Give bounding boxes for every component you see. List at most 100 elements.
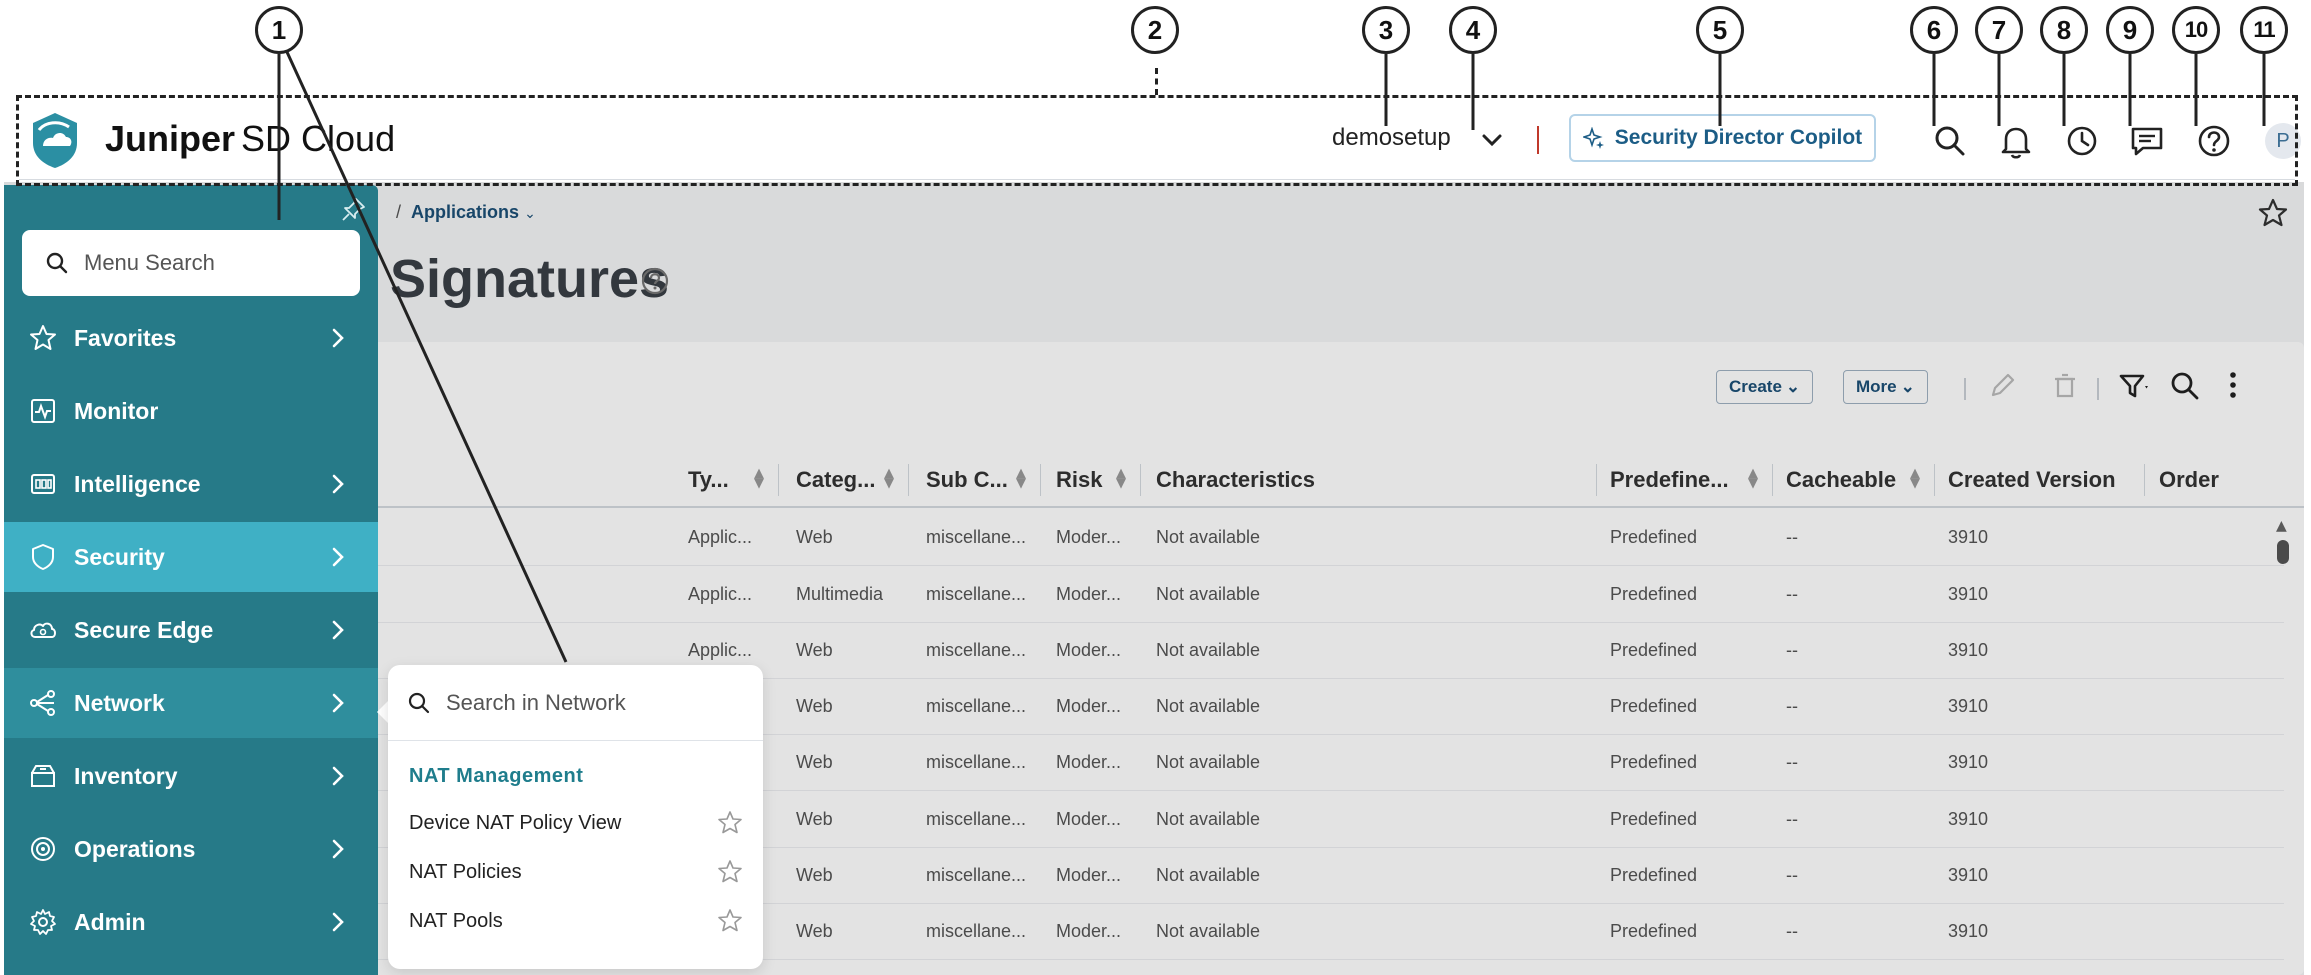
column-divider[interactable] — [908, 464, 909, 496]
title-help-icon[interactable] — [640, 266, 670, 296]
star-icon[interactable] — [716, 858, 744, 886]
flyout-search-box[interactable] — [388, 665, 763, 741]
flyout-item-nat-pools[interactable]: NAT Pools — [409, 901, 744, 941]
scrollbar-thumb[interactable] — [2277, 540, 2289, 564]
clock-icon[interactable] — [2062, 121, 2102, 161]
menu-item-admin[interactable]: Admin — [4, 887, 378, 957]
sort-icon[interactable]: ▲ ▼ — [884, 467, 894, 490]
filter-icon[interactable] — [2116, 368, 2152, 404]
more-vertical-icon[interactable] — [2215, 368, 2251, 404]
menu-item-label: Monitor — [74, 397, 159, 424]
column-header-subcategory[interactable]: Sub C... — [926, 467, 1008, 493]
column-header-predefined[interactable]: Predefine... — [1610, 467, 1729, 493]
intelligence-icon — [31, 474, 55, 494]
create-button[interactable]: Create ⌄ — [1716, 370, 1814, 404]
edit-icon[interactable] — [1984, 368, 2020, 404]
column-header-type[interactable]: Ty... — [688, 467, 729, 493]
column-header-created-version[interactable]: Created Version — [1948, 467, 2116, 493]
menu-item-label: Network — [74, 689, 165, 716]
star-icon[interactable] — [716, 809, 744, 837]
menu-search-box[interactable] — [22, 230, 360, 296]
feedback-icon[interactable] — [2127, 121, 2167, 161]
table-row[interactable]: Applic... Multimedia miscellane... Moder… — [264, 567, 2284, 623]
juniper-logo-icon[interactable] — [25, 110, 85, 170]
network-icon — [30, 690, 55, 716]
cell-created-version: 3910 — [1948, 527, 1989, 547]
sort-icon[interactable]: ▲ ▼ — [1016, 467, 1026, 490]
sort-icon[interactable]: ▲ ▼ — [1116, 467, 1126, 490]
menu-item-monitor[interactable]: Monitor — [4, 376, 378, 446]
flyout-item-nat-policies[interactable]: NAT Policies — [409, 852, 744, 892]
menu-item-inventory[interactable]: Inventory — [4, 741, 378, 811]
cell-characteristics: Not available — [1156, 527, 1261, 547]
menu-item-secure-edge[interactable]: Secure Edge — [4, 595, 378, 665]
favorite-star-icon[interactable] — [2256, 196, 2290, 230]
cell-category: Web — [796, 696, 833, 716]
search-icon[interactable] — [1930, 121, 1970, 161]
star-icon[interactable] — [716, 907, 744, 935]
avatar[interactable]: P — [2265, 123, 2301, 159]
help-icon[interactable] — [2194, 121, 2234, 161]
chevron-right-icon — [332, 474, 344, 494]
toolbar-divider — [2097, 378, 2099, 400]
table-row[interactable]: Applic... Web miscellane... Moder... Not… — [264, 510, 2284, 566]
menu-item-label: Intelligence — [74, 470, 201, 497]
column-header-category[interactable]: Categ... — [796, 467, 875, 493]
cell-risk: Moder... — [1056, 527, 1122, 547]
sort-icon[interactable]: ▲ ▼ — [1748, 467, 1758, 490]
column-divider[interactable] — [1934, 464, 1935, 496]
more-button[interactable]: More ⌄ — [1843, 370, 1928, 404]
cell-subcategory: miscellane... — [926, 921, 1027, 941]
column-divider[interactable] — [2144, 464, 2145, 496]
column-divider[interactable] — [1140, 464, 1141, 496]
cell-type: Applic... — [688, 584, 753, 604]
menu-search-input[interactable] — [84, 250, 324, 276]
sort-icon[interactable]: ▲ ▼ — [754, 467, 764, 490]
cell-cacheable: -- — [1786, 640, 1798, 660]
breadcrumb-chevron-icon[interactable]: ⌄ — [524, 205, 536, 221]
cell-predefined: Predefined — [1610, 865, 1698, 885]
cell-created-version: 3910 — [1948, 584, 1989, 604]
delete-icon[interactable] — [2047, 368, 2083, 404]
cell-risk: Moder... — [1056, 584, 1122, 604]
menu-item-operations[interactable]: Operations — [4, 814, 378, 884]
scroll-up-arrow-icon[interactable]: ▲ — [2276, 518, 2287, 534]
sort-icon[interactable]: ▲ ▼ — [1910, 467, 1920, 490]
callout-9: 9 — [2106, 6, 2154, 54]
flyout-item-device-nat-policy-view[interactable]: Device NAT Policy View — [409, 803, 744, 843]
tenant-chevron-down-icon[interactable] — [1476, 124, 1508, 156]
cell-category: Web — [796, 752, 833, 772]
column-header-cacheable[interactable]: Cacheable — [1786, 467, 1896, 493]
column-divider[interactable] — [1596, 464, 1597, 496]
network-flyout: NAT Management Device NAT Policy View NA… — [388, 665, 763, 969]
menu-item-security[interactable]: Security — [4, 522, 378, 592]
cell-category: Web — [796, 865, 833, 885]
cell-characteristics: Not available — [1156, 921, 1261, 941]
menu-item-network[interactable]: Network — [4, 668, 378, 738]
cell-cacheable: -- — [1786, 584, 1798, 604]
cell-cacheable: -- — [1786, 696, 1798, 716]
column-divider[interactable] — [778, 464, 779, 496]
pin-icon[interactable] — [340, 195, 368, 223]
callout-10: 10 — [2172, 6, 2220, 54]
copilot-button[interactable]: Security Director Copilot — [1569, 114, 1876, 162]
column-header-risk[interactable]: Risk — [1056, 467, 1102, 493]
cell-risk: Moder... — [1056, 921, 1122, 941]
flyout-item-label: Device NAT Policy View — [409, 811, 622, 834]
callout-4: 4 — [1449, 6, 1497, 54]
column-divider[interactable] — [1040, 464, 1041, 496]
menu-item-intelligence[interactable]: Intelligence — [4, 449, 378, 519]
tenant-name[interactable]: demosetup — [1332, 124, 1451, 152]
flyout-search-input[interactable] — [446, 689, 736, 716]
menu-item-favorites[interactable]: Favorites — [4, 303, 378, 373]
column-header-order[interactable]: Order — [2159, 467, 2219, 493]
flyout-item-label: NAT Policies — [409, 860, 522, 883]
breadcrumb-current[interactable]: Applications — [411, 202, 519, 222]
table-search-icon[interactable] — [2167, 368, 2203, 404]
bell-icon[interactable] — [1996, 121, 2036, 161]
side-menu: Favorites Monitor Intelligence Security … — [4, 185, 378, 975]
cell-subcategory: miscellane... — [926, 809, 1027, 829]
monitor-icon — [31, 399, 55, 423]
column-divider[interactable] — [1772, 464, 1773, 496]
column-header-characteristics[interactable]: Characteristics — [1156, 467, 1315, 493]
